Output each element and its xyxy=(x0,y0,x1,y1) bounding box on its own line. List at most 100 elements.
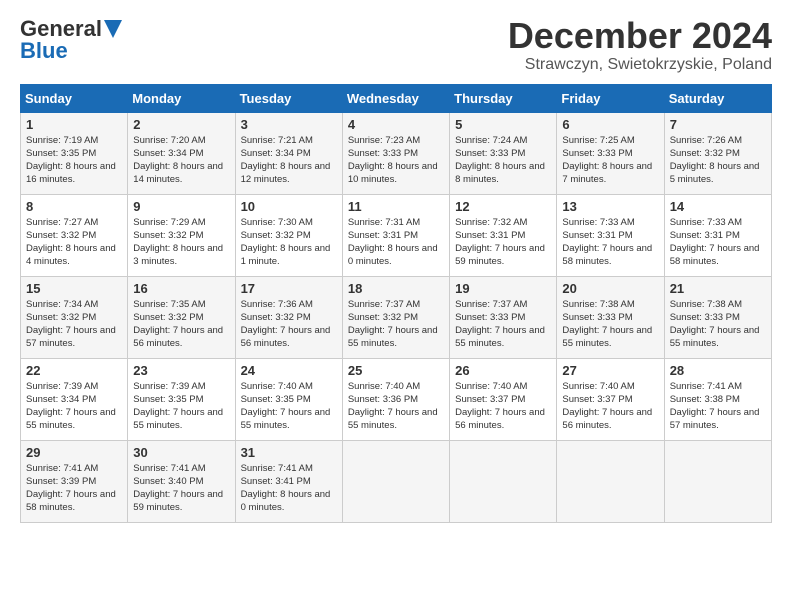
col-saturday: Saturday xyxy=(664,84,771,112)
day-cell: 18 Sunrise: 7:37 AM Sunset: 3:32 PM Dayli… xyxy=(342,276,449,358)
day-info: Sunrise: 7:26 AM Sunset: 3:32 PM Dayligh… xyxy=(670,134,767,187)
day-info: Sunrise: 7:24 AM Sunset: 3:33 PM Dayligh… xyxy=(455,134,552,187)
day-cell: 14 Sunrise: 7:33 AM Sunset: 3:31 PM Dayli… xyxy=(664,194,771,276)
day-info: Sunrise: 7:41 AM Sunset: 3:40 PM Dayligh… xyxy=(133,462,230,515)
day-info: Sunrise: 7:27 AM Sunset: 3:32 PM Dayligh… xyxy=(26,216,123,269)
day-cell: 3Sunrise: 7:21 AM Sunset: 3:34 PM Daylig… xyxy=(235,112,342,194)
day-info: Sunrise: 7:31 AM Sunset: 3:31 PM Dayligh… xyxy=(348,216,445,269)
day-info: Sunrise: 7:25 AM Sunset: 3:33 PM Dayligh… xyxy=(562,134,659,187)
day-number: 22 xyxy=(26,363,123,378)
day-info: Sunrise: 7:37 AM Sunset: 3:33 PM Dayligh… xyxy=(455,298,552,351)
day-cell: 15 Sunrise: 7:34 AM Sunset: 3:32 PM Dayli… xyxy=(21,276,128,358)
day-number: 24 xyxy=(241,363,338,378)
day-cell: 31Sunrise: 7:41 AM Sunset: 3:41 PM Dayli… xyxy=(235,440,342,522)
day-cell: 27 Sunrise: 7:40 AM Sunset: 3:37 PM Dayli… xyxy=(557,358,664,440)
week-row-2: 8 Sunrise: 7:27 AM Sunset: 3:32 PM Daylig… xyxy=(21,194,772,276)
day-cell: 20 Sunrise: 7:38 AM Sunset: 3:33 PM Dayli… xyxy=(557,276,664,358)
day-cell: 5 Sunrise: 7:24 AM Sunset: 3:33 PM Daylig… xyxy=(450,112,557,194)
day-cell xyxy=(557,440,664,522)
title-block: December 2024 Strawczyn, Swietokrzyskie,… xyxy=(508,16,772,74)
day-number: 18 xyxy=(348,281,445,296)
header-row: Sunday Monday Tuesday Wednesday Thursday… xyxy=(21,84,772,112)
month-title: December 2024 xyxy=(508,16,772,56)
header: General Blue December 2024 Strawczyn, Sw… xyxy=(20,16,772,74)
day-info: Sunrise: 7:19 AM Sunset: 3:35 PM Dayligh… xyxy=(26,134,123,187)
day-info: Sunrise: 7:29 AM Sunset: 3:32 PM Dayligh… xyxy=(133,216,230,269)
day-info: Sunrise: 7:41 AM Sunset: 3:41 PM Dayligh… xyxy=(241,462,338,515)
day-cell: 17 Sunrise: 7:36 AM Sunset: 3:32 PM Dayli… xyxy=(235,276,342,358)
day-number: 5 xyxy=(455,117,552,132)
day-number: 16 xyxy=(133,281,230,296)
day-cell: 13Sunrise: 7:33 AM Sunset: 3:31 PM Dayli… xyxy=(557,194,664,276)
day-number: 8 xyxy=(26,199,123,214)
day-info: Sunrise: 7:40 AM Sunset: 3:35 PM Dayligh… xyxy=(241,380,338,433)
calendar-table: Sunday Monday Tuesday Wednesday Thursday… xyxy=(20,84,772,523)
day-info: Sunrise: 7:40 AM Sunset: 3:37 PM Dayligh… xyxy=(562,380,659,433)
day-number: 11 xyxy=(348,199,445,214)
day-cell: 6Sunrise: 7:25 AM Sunset: 3:33 PM Daylig… xyxy=(557,112,664,194)
day-cell: 19Sunrise: 7:37 AM Sunset: 3:33 PM Dayli… xyxy=(450,276,557,358)
day-number: 14 xyxy=(670,199,767,214)
day-cell: 22Sunrise: 7:39 AM Sunset: 3:34 PM Dayli… xyxy=(21,358,128,440)
day-number: 21 xyxy=(670,281,767,296)
day-cell: 21 Sunrise: 7:38 AM Sunset: 3:33 PM Dayli… xyxy=(664,276,771,358)
day-info: Sunrise: 7:38 AM Sunset: 3:33 PM Dayligh… xyxy=(562,298,659,351)
day-number: 12 xyxy=(455,199,552,214)
col-thursday: Thursday xyxy=(450,84,557,112)
day-info: Sunrise: 7:41 AM Sunset: 3:38 PM Dayligh… xyxy=(670,380,767,433)
day-number: 10 xyxy=(241,199,338,214)
col-wednesday: Wednesday xyxy=(342,84,449,112)
day-info: Sunrise: 7:38 AM Sunset: 3:33 PM Dayligh… xyxy=(670,298,767,351)
logo-icon xyxy=(104,20,122,38)
day-info: Sunrise: 7:37 AM Sunset: 3:32 PM Dayligh… xyxy=(348,298,445,351)
day-number: 1 xyxy=(26,117,123,132)
day-info: Sunrise: 7:40 AM Sunset: 3:36 PM Dayligh… xyxy=(348,380,445,433)
day-info: Sunrise: 7:34 AM Sunset: 3:32 PM Dayligh… xyxy=(26,298,123,351)
day-cell: 2Sunrise: 7:20 AM Sunset: 3:34 PM Daylig… xyxy=(128,112,235,194)
day-info: Sunrise: 7:32 AM Sunset: 3:31 PM Dayligh… xyxy=(455,216,552,269)
week-row-3: 15 Sunrise: 7:34 AM Sunset: 3:32 PM Dayli… xyxy=(21,276,772,358)
day-cell: 16 Sunrise: 7:35 AM Sunset: 3:32 PM Dayli… xyxy=(128,276,235,358)
day-info: Sunrise: 7:21 AM Sunset: 3:34 PM Dayligh… xyxy=(241,134,338,187)
day-number: 9 xyxy=(133,199,230,214)
week-row-1: 1 Sunrise: 7:19 AM Sunset: 3:35 PM Daylig… xyxy=(21,112,772,194)
col-sunday: Sunday xyxy=(21,84,128,112)
day-info: Sunrise: 7:23 AM Sunset: 3:33 PM Dayligh… xyxy=(348,134,445,187)
day-number: 15 xyxy=(26,281,123,296)
day-cell: 7 Sunrise: 7:26 AM Sunset: 3:32 PM Daylig… xyxy=(664,112,771,194)
day-info: Sunrise: 7:20 AM Sunset: 3:34 PM Dayligh… xyxy=(133,134,230,187)
day-cell: 11 Sunrise: 7:31 AM Sunset: 3:31 PM Dayli… xyxy=(342,194,449,276)
day-number: 25 xyxy=(348,363,445,378)
day-cell: 8 Sunrise: 7:27 AM Sunset: 3:32 PM Daylig… xyxy=(21,194,128,276)
day-cell: 24 Sunrise: 7:40 AM Sunset: 3:35 PM Dayli… xyxy=(235,358,342,440)
day-info: Sunrise: 7:39 AM Sunset: 3:35 PM Dayligh… xyxy=(133,380,230,433)
day-number: 7 xyxy=(670,117,767,132)
day-number: 26 xyxy=(455,363,552,378)
day-info: Sunrise: 7:36 AM Sunset: 3:32 PM Dayligh… xyxy=(241,298,338,351)
day-number: 30 xyxy=(133,445,230,460)
day-number: 27 xyxy=(562,363,659,378)
day-cell: 25 Sunrise: 7:40 AM Sunset: 3:36 PM Dayli… xyxy=(342,358,449,440)
col-monday: Monday xyxy=(128,84,235,112)
week-row-4: 22Sunrise: 7:39 AM Sunset: 3:34 PM Dayli… xyxy=(21,358,772,440)
day-info: Sunrise: 7:35 AM Sunset: 3:32 PM Dayligh… xyxy=(133,298,230,351)
day-cell: 28 Sunrise: 7:41 AM Sunset: 3:38 PM Dayli… xyxy=(664,358,771,440)
day-number: 17 xyxy=(241,281,338,296)
day-number: 29 xyxy=(26,445,123,460)
logo-blue: Blue xyxy=(20,38,68,64)
day-cell: 9 Sunrise: 7:29 AM Sunset: 3:32 PM Daylig… xyxy=(128,194,235,276)
day-cell: 29Sunrise: 7:41 AM Sunset: 3:39 PM Dayli… xyxy=(21,440,128,522)
page-container: General Blue December 2024 Strawczyn, Sw… xyxy=(0,0,792,533)
day-number: 28 xyxy=(670,363,767,378)
week-row-5: 29Sunrise: 7:41 AM Sunset: 3:39 PM Dayli… xyxy=(21,440,772,522)
col-friday: Friday xyxy=(557,84,664,112)
day-info: Sunrise: 7:33 AM Sunset: 3:31 PM Dayligh… xyxy=(670,216,767,269)
day-info: Sunrise: 7:40 AM Sunset: 3:37 PM Dayligh… xyxy=(455,380,552,433)
day-cell: 23 Sunrise: 7:39 AM Sunset: 3:35 PM Dayli… xyxy=(128,358,235,440)
logo: General Blue xyxy=(20,16,122,64)
subtitle: Strawczyn, Swietokrzyskie, Poland xyxy=(508,56,772,74)
day-number: 20 xyxy=(562,281,659,296)
day-info: Sunrise: 7:30 AM Sunset: 3:32 PM Dayligh… xyxy=(241,216,338,269)
day-cell: 12 Sunrise: 7:32 AM Sunset: 3:31 PM Dayli… xyxy=(450,194,557,276)
day-number: 23 xyxy=(133,363,230,378)
